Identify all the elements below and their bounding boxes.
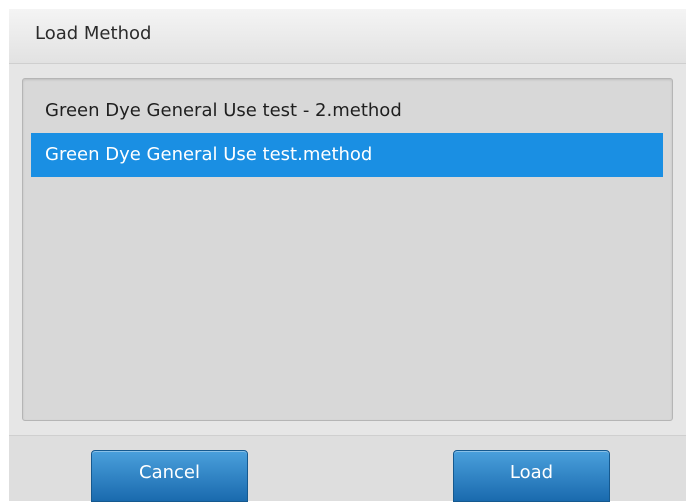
method-file-item-selected[interactable]: Green Dye General Use test.method [31, 133, 663, 177]
dialog-title: Load Method [35, 23, 152, 44]
cancel-button[interactable]: Cancel [91, 450, 248, 502]
dialog-button-bar: Cancel Load [9, 435, 686, 502]
method-file-item[interactable]: Green Dye General Use test - 2.method [31, 89, 663, 133]
method-file-list-panel[interactable]: Green Dye General Use test - 2.method Gr… [22, 78, 673, 421]
load-method-dialog: Load Method Green Dye General Use test -… [9, 9, 686, 502]
load-button[interactable]: Load [453, 450, 610, 502]
dialog-title-bar: Load Method [9, 9, 686, 64]
method-file-list: Green Dye General Use test - 2.method Gr… [31, 89, 663, 177]
